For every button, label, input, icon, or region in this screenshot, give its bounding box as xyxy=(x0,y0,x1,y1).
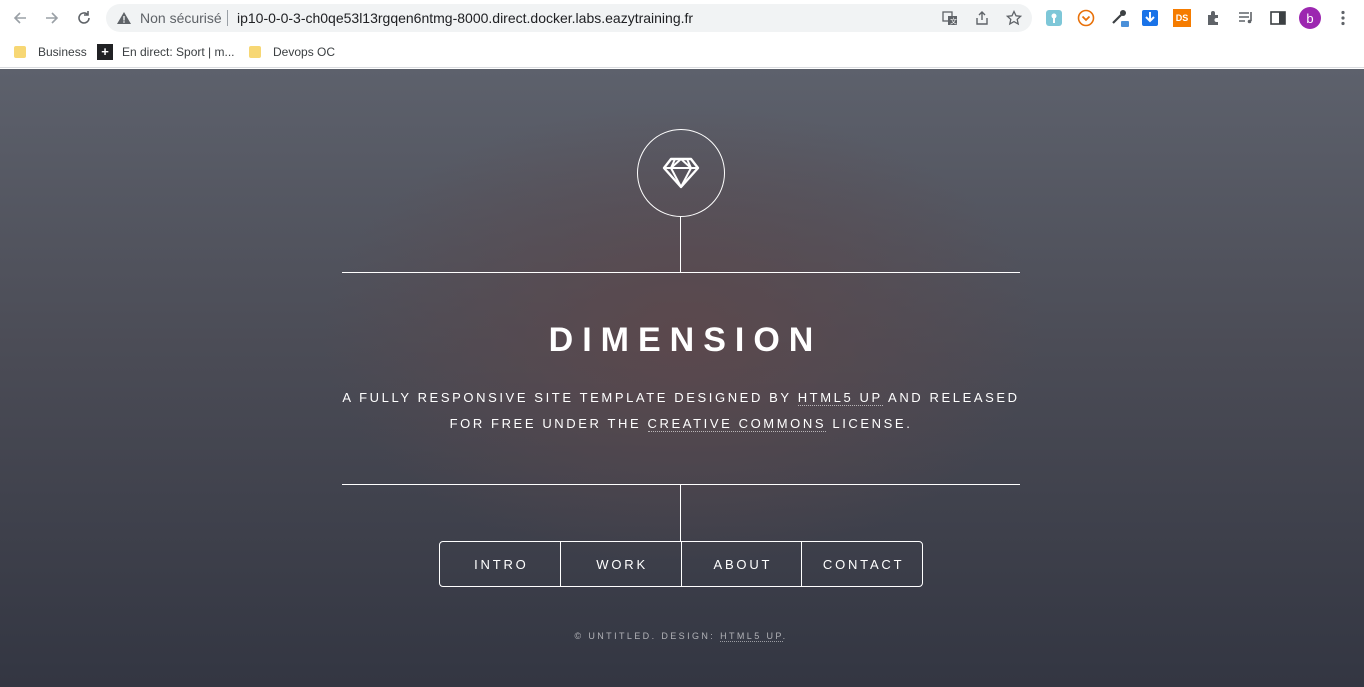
bookmark-business[interactable]: Business xyxy=(14,42,87,62)
address-separator xyxy=(227,10,228,26)
extension-keyhole-icon[interactable] xyxy=(1044,8,1064,28)
back-icon[interactable] xyxy=(8,6,32,30)
url-text[interactable]: ip10-0-0-3-ch0qe53l13rgqen6ntmg-8000.dir… xyxy=(237,10,693,26)
html5up-link[interactable]: HTML5 UP xyxy=(797,390,883,406)
warning-icon[interactable] xyxy=(116,10,132,26)
puzzle-icon[interactable] xyxy=(1204,8,1224,28)
folder-icon xyxy=(249,46,261,58)
download-icon[interactable] xyxy=(1140,8,1160,28)
forward-icon[interactable] xyxy=(40,6,64,30)
folder-icon xyxy=(14,46,26,58)
divider-top xyxy=(342,272,1020,273)
star-icon[interactable] xyxy=(1004,8,1024,28)
footer-html5up-link[interactable]: HTML5 UP xyxy=(720,631,783,642)
media-queue-icon[interactable] xyxy=(1236,8,1256,28)
extension-eyedropper-icon[interactable] xyxy=(1110,8,1130,28)
translate-icon[interactable]: 文 xyxy=(940,8,960,28)
subtitle-text: FOR FREE UNDER THE xyxy=(449,416,642,431)
reload-icon[interactable] xyxy=(72,6,96,30)
bookmark-sport[interactable]: + En direct: Sport | m... xyxy=(97,42,235,62)
bookmark-label: Devops OC xyxy=(273,45,336,59)
subtitle-text: A FULLY RESPONSIVE SITE TEMPLATE DESIGNE… xyxy=(342,390,792,405)
connector-line-top xyxy=(680,217,681,273)
bookmark-label: En direct: Sport | m... xyxy=(122,45,235,59)
site-title: DIMENSION xyxy=(548,321,823,359)
site-subtitle: A FULLY RESPONSIVE SITE TEMPLATE DESIGNE… xyxy=(342,385,1020,437)
footer-text: © UNTITLED. DESIGN: xyxy=(574,631,716,641)
nav-intro[interactable]: INTRO xyxy=(440,542,560,586)
divider-bottom xyxy=(342,484,1020,485)
bookmark-devops[interactable]: Devops OC xyxy=(249,42,335,62)
browser-toolbar: Non sécurisé ip10-0-0-3-ch0qe53l13rgqen6… xyxy=(0,0,1364,36)
footer-end: . xyxy=(782,631,788,641)
main-nav: INTRO WORK ABOUT CONTACT xyxy=(439,541,923,587)
security-label[interactable]: Non sécurisé xyxy=(140,10,222,26)
side-panel-icon[interactable] xyxy=(1268,8,1288,28)
nav-work[interactable]: WORK xyxy=(559,542,681,586)
nav-about[interactable]: ABOUT xyxy=(680,542,802,586)
creative-commons-link[interactable]: CREATIVE COMMONS xyxy=(647,416,827,432)
share-icon[interactable] xyxy=(972,8,992,28)
subtitle-text: AND RELEASED xyxy=(888,390,1020,405)
address-bar[interactable]: Non sécurisé ip10-0-0-3-ch0qe53l13rgqen6… xyxy=(106,4,1032,32)
svg-text:文: 文 xyxy=(950,17,957,26)
bookmark-label: Business xyxy=(38,45,87,59)
ds-label: DS xyxy=(1173,9,1191,27)
diamond-icon xyxy=(662,157,700,189)
site-footer: © UNTITLED. DESIGN: HTML5 UP. xyxy=(342,631,1020,642)
connector-line-bottom xyxy=(680,484,681,541)
profile-avatar[interactable]: b xyxy=(1299,7,1321,29)
extension-chevron-icon[interactable] xyxy=(1076,8,1096,28)
menu-kebab-icon[interactable] xyxy=(1333,8,1353,28)
plus-icon: + xyxy=(97,44,113,60)
ds-extension-icon[interactable]: DS xyxy=(1172,8,1192,28)
subtitle-text: LICENSE. xyxy=(832,416,913,431)
nav-contact[interactable]: CONTACT xyxy=(801,542,922,586)
bookmarks-bar: Business + En direct: Sport | m... Devop… xyxy=(0,36,1364,68)
page-content: DIMENSION A FULLY RESPONSIVE SITE TEMPLA… xyxy=(0,69,1364,687)
site-logo xyxy=(637,129,725,217)
